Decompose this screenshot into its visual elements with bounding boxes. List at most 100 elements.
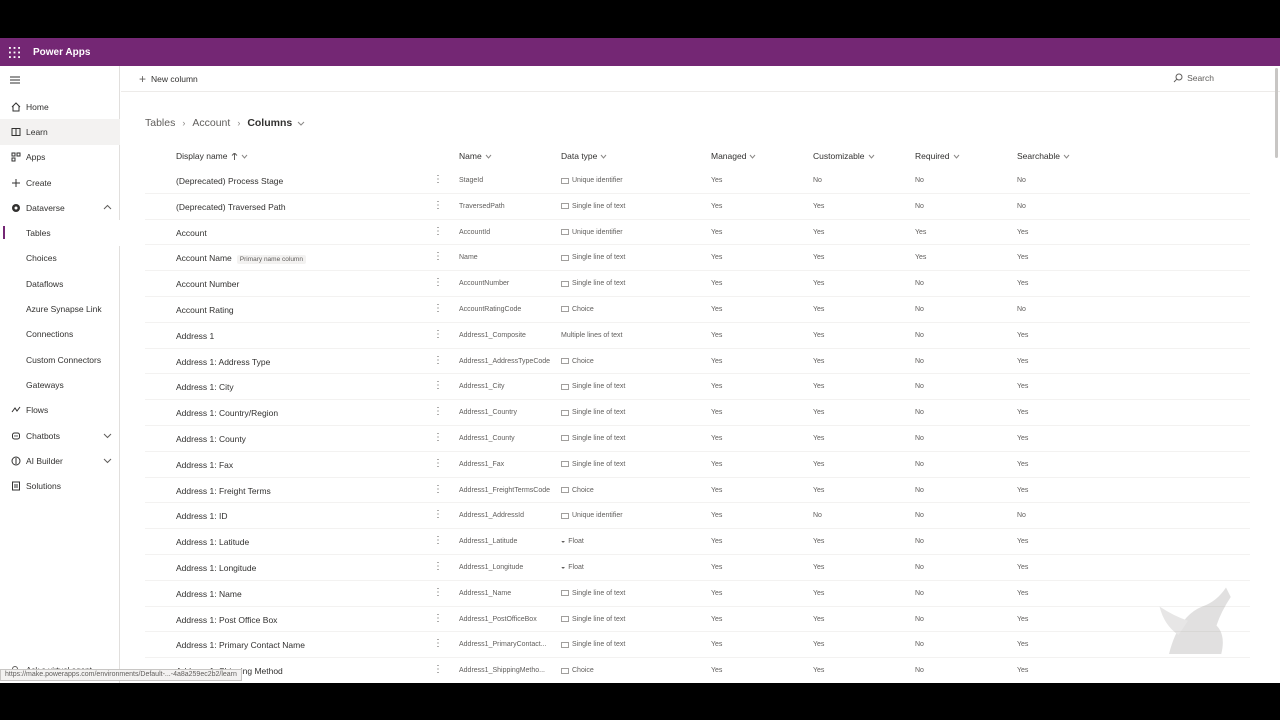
search-box[interactable]: Search bbox=[1173, 73, 1214, 83]
nav-list: Home Learn Apps Create Dataverse Tables Choice… bbox=[0, 94, 120, 499]
more-options-icon[interactable]: ⋮ bbox=[433, 251, 443, 262]
display-name-cell[interactable]: Address 1: Latitude bbox=[176, 537, 249, 547]
table-row[interactable]: Address 1: Country/Region ⋮ Address1_Count… bbox=[145, 400, 1250, 426]
new-column-button[interactable]: + New column bbox=[139, 72, 198, 86]
breadcrumb-columns[interactable]: Columns bbox=[247, 117, 292, 129]
table-row[interactable]: (Deprecated) Traversed Path ⋮ TraversedPat… bbox=[145, 194, 1250, 220]
table-row[interactable]: Address 1: County ⋮ Address1_County Single … bbox=[145, 426, 1250, 452]
display-name-cell[interactable]: Address 1: ID bbox=[176, 511, 228, 521]
display-name-cell[interactable]: Address 1: Country/Region bbox=[176, 408, 278, 418]
header-customizable[interactable]: Customizable bbox=[813, 151, 875, 161]
header-display-name[interactable]: Display name bbox=[176, 151, 248, 161]
more-options-icon[interactable]: ⋮ bbox=[433, 484, 443, 495]
more-options-icon[interactable]: ⋮ bbox=[433, 458, 443, 469]
chevron-down-icon[interactable] bbox=[103, 431, 112, 440]
display-name-cell[interactable]: Account Rating bbox=[176, 305, 234, 315]
breadcrumb-tables[interactable]: Tables bbox=[145, 117, 175, 129]
vertical-scrollbar[interactable] bbox=[1275, 68, 1278, 158]
more-options-icon[interactable]: ⋮ bbox=[433, 277, 443, 288]
display-name-cell[interactable]: Account bbox=[176, 228, 207, 238]
table-row[interactable]: Address 1: Fax ⋮ Address1_Fax Single line o… bbox=[145, 452, 1250, 478]
required-cell: No bbox=[915, 460, 924, 468]
table-row[interactable]: Address 1: Shipping Method⋮Address1_Ship… bbox=[145, 658, 1250, 683]
display-name-cell[interactable]: Address 1: Name bbox=[176, 589, 242, 599]
table-row[interactable]: Address 1: City ⋮ Address1_City Single line… bbox=[145, 374, 1250, 401]
chevron-down-icon[interactable] bbox=[297, 119, 305, 127]
sidebar-item-apps[interactable]: Apps bbox=[0, 145, 120, 170]
table-row[interactable]: Account Number ⋮ AccountNumber Single line … bbox=[145, 271, 1250, 297]
chevron-up-icon[interactable] bbox=[103, 203, 112, 212]
more-options-icon[interactable]: ⋮ bbox=[433, 664, 443, 675]
table-row[interactable]: Address 1: Address Type ⋮ Address1_Address… bbox=[145, 349, 1250, 375]
table-row[interactable]: Address 1: Latitude ⋮ Address1_Latitude ◒ Fl… bbox=[145, 529, 1250, 555]
table-row[interactable]: Address 1: Freight Terms ⋮ Address1_Freigh… bbox=[145, 478, 1250, 504]
app-launcher-icon[interactable] bbox=[0, 38, 28, 66]
more-options-icon[interactable]: ⋮ bbox=[433, 174, 443, 185]
more-options-icon[interactable]: ⋮ bbox=[433, 380, 443, 391]
more-options-icon[interactable]: ⋮ bbox=[433, 509, 443, 520]
display-name-cell[interactable]: Address 1: Longitude bbox=[176, 563, 256, 573]
sidebar-item-custom-connectors[interactable]: Custom Connectors bbox=[0, 347, 120, 372]
sidebar-item-home[interactable]: Home bbox=[0, 94, 120, 119]
more-options-icon[interactable]: ⋮ bbox=[433, 406, 443, 417]
display-name-cell[interactable]: Address 1: Fax bbox=[176, 460, 233, 470]
sidebar-item-choices[interactable]: Choices bbox=[0, 246, 120, 271]
display-name-cell[interactable]: Address 1: Primary Contact Name bbox=[176, 640, 305, 650]
sidebar-item-learn[interactable]: Learn bbox=[0, 119, 120, 145]
more-options-icon[interactable]: ⋮ bbox=[433, 638, 443, 649]
table-row[interactable]: Address 1: Name ⋮ Address1_Name Single line… bbox=[145, 581, 1250, 607]
sidebar-item-solutions[interactable]: Solutions bbox=[0, 473, 120, 498]
sidebar-item-gateways[interactable]: Gateways bbox=[0, 372, 120, 397]
sidebar-item-flows[interactable]: Flows bbox=[0, 398, 120, 423]
table-row[interactable]: Address 1: Post Office Box ⋮ Address1_Post… bbox=[145, 607, 1250, 633]
sidebar-item-dataflows[interactable]: Dataflows bbox=[0, 271, 120, 296]
display-name-cell[interactable]: Address 1: Freight Terms bbox=[176, 486, 271, 496]
display-name-cell[interactable]: Address 1: City bbox=[176, 382, 234, 392]
header-required[interactable]: Required bbox=[915, 151, 960, 161]
sidebar-item-dataverse[interactable]: Dataverse bbox=[0, 195, 120, 220]
header-data-type[interactable]: Data type bbox=[561, 151, 607, 161]
header-managed[interactable]: Managed bbox=[711, 151, 756, 161]
display-name-cell[interactable]: (Deprecated) Traversed Path bbox=[176, 202, 286, 212]
more-options-icon[interactable]: ⋮ bbox=[433, 587, 443, 598]
table-row[interactable]: Account Name Primary name column ⋮ Name Sing… bbox=[145, 245, 1250, 272]
table-row[interactable]: Address 1: ID ⋮ Address1_AddressId Unique i… bbox=[145, 503, 1250, 530]
hamburger-icon[interactable] bbox=[9, 74, 21, 86]
sidebar-item-chatbots[interactable]: Chatbots bbox=[0, 423, 120, 448]
sidebar-item-ai-builder[interactable]: AI Builder bbox=[0, 448, 120, 473]
more-options-icon[interactable]: ⋮ bbox=[433, 613, 443, 624]
header-name[interactable]: Name bbox=[459, 151, 492, 161]
display-name-cell[interactable]: (Deprecated) Process Stage bbox=[176, 176, 283, 186]
table-row[interactable]: Address 1: Primary Contact Name ⋮ Address1… bbox=[145, 632, 1250, 659]
display-name-cell[interactable]: Account Name Primary name column bbox=[176, 253, 306, 265]
table-row[interactable]: Address 1 ⋮ Address1_Composite Multiple lin… bbox=[145, 323, 1250, 349]
sidebar-item-connections[interactable]: Connections bbox=[0, 322, 120, 347]
app-title[interactable]: Power Apps bbox=[33, 47, 90, 58]
sidebar-item-tables[interactable]: Tables bbox=[0, 220, 120, 246]
header-searchable[interactable]: Searchable bbox=[1017, 151, 1070, 161]
more-options-icon[interactable]: ⋮ bbox=[433, 329, 443, 340]
display-name-cell[interactable]: Account Number bbox=[176, 279, 239, 289]
data-type-icon bbox=[561, 667, 569, 674]
more-options-icon[interactable]: ⋮ bbox=[433, 535, 443, 546]
display-name-cell[interactable]: Address 1: County bbox=[176, 434, 246, 444]
breadcrumb-account[interactable]: Account bbox=[192, 117, 230, 129]
more-options-icon[interactable]: ⋮ bbox=[433, 561, 443, 572]
sidebar-item-azure-synapse-link[interactable]: Azure Synapse Link bbox=[0, 296, 120, 321]
table-row[interactable]: Account Rating ⋮ AccountRatingCode Choice Ye… bbox=[145, 297, 1250, 323]
chevron-down-icon[interactable] bbox=[103, 456, 112, 465]
table-row[interactable]: (Deprecated) Process Stage ⋮ StageId Unique… bbox=[145, 168, 1250, 194]
managed-cell: Yes bbox=[711, 563, 723, 571]
table-row[interactable]: Account ⋮ AccountId Unique identifier Yes Yes… bbox=[145, 220, 1250, 246]
more-options-icon[interactable]: ⋮ bbox=[433, 355, 443, 366]
display-name-cell[interactable]: Address 1: Address Type bbox=[176, 357, 270, 367]
more-options-icon[interactable]: ⋮ bbox=[433, 303, 443, 314]
more-options-icon[interactable]: ⋮ bbox=[433, 432, 443, 443]
table-row[interactable]: Address 1: Longitude ⋮ Address1_Longitude ◒… bbox=[145, 555, 1250, 581]
more-options-icon[interactable]: ⋮ bbox=[433, 200, 443, 211]
searchable-cell: Yes bbox=[1017, 434, 1029, 442]
sidebar-item-create[interactable]: Create bbox=[0, 170, 120, 195]
display-name-cell[interactable]: Address 1 bbox=[176, 331, 214, 341]
more-options-icon[interactable]: ⋮ bbox=[433, 226, 443, 237]
display-name-cell[interactable]: Address 1: Post Office Box bbox=[176, 615, 277, 625]
